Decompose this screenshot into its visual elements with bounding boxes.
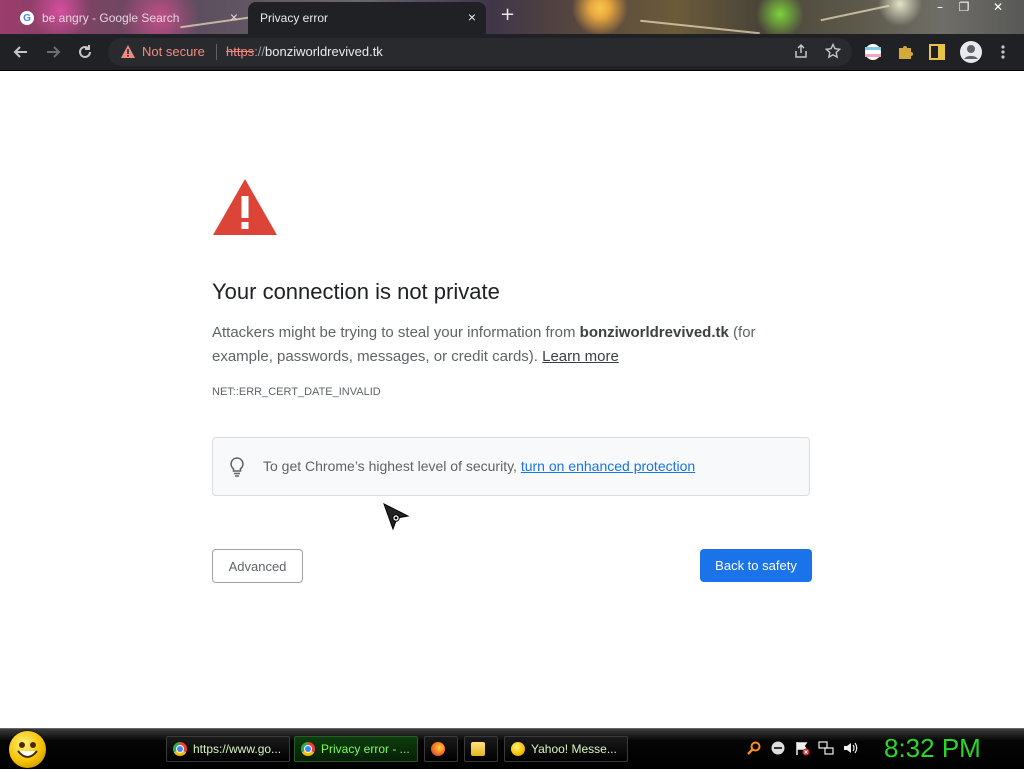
volume-icon[interactable] [842, 740, 858, 756]
tab-google-search[interactable]: G be angry - Google Search × [8, 2, 248, 34]
folder-icon [471, 742, 485, 756]
error-code[interactable]: NET::ERR_CERT_DATE_INVALID [212, 386, 381, 398]
url-scheme: https [226, 44, 255, 59]
learn-more-link[interactable]: Learn more [542, 348, 619, 365]
bookmark-star-icon[interactable] [824, 42, 842, 61]
error-description: Attackers might be trying to steal your … [212, 321, 812, 369]
tab-close-icon[interactable]: × [230, 10, 238, 24]
chrome-icon [301, 742, 315, 756]
maximize-button[interactable]: ❐ [954, 0, 974, 14]
taskbar-item-yahoo-messenger[interactable]: Yahoo! Messe... [504, 736, 628, 762]
yahoo-messenger-icon [511, 742, 525, 756]
url-host: bonziworldrevived.tk [265, 44, 383, 59]
extension-flag-icon[interactable] [864, 43, 882, 61]
taskbar-item-label: Yahoo! Messe... [531, 742, 617, 756]
profile-avatar-icon[interactable] [960, 41, 982, 63]
enhanced-protection-tip: To get Chrome’s highest level of securit… [212, 437, 810, 496]
warning-triangle-icon[interactable] [120, 44, 136, 63]
mouse-cursor-icon [382, 502, 412, 536]
taskbar-clock[interactable]: 8:32 PM [884, 733, 981, 764]
tab-privacy-error[interactable]: Privacy error × [248, 2, 486, 34]
side-panel-icon[interactable] [928, 43, 946, 61]
page-title: Your connection is not private [212, 279, 500, 304]
not-secure-label[interactable]: Not secure [142, 44, 205, 59]
menu-kebab-icon[interactable] [994, 43, 1012, 61]
back-to-safety-button[interactable]: Back to safety [700, 549, 812, 582]
network-icon[interactable] [818, 740, 834, 756]
interstitial-page: Your connection is not private Attackers… [0, 71, 1024, 728]
new-tab-button[interactable]: + [500, 6, 515, 24]
reload-icon[interactable] [76, 43, 94, 61]
address-bar[interactable]: Not secure https://bonziworldrevived.tk [108, 38, 852, 66]
enhanced-protection-link[interactable]: turn on enhanced protection [521, 458, 695, 474]
url-slashes: :// [254, 44, 266, 59]
search-icon[interactable] [746, 740, 762, 756]
divider [216, 44, 217, 60]
url-text[interactable]: https://bonziworldrevived.tk [226, 44, 383, 59]
tab-close-icon[interactable]: × [468, 10, 476, 24]
tab-strip: G be angry - Google Search × Privacy err… [0, 0, 1024, 34]
warning-triangle-icon [212, 178, 278, 240]
back-arrow-icon[interactable] [12, 43, 30, 61]
start-button[interactable] [9, 731, 46, 768]
taskbar-item-label: https://www.go... [193, 742, 282, 756]
taskbar-item-folder[interactable] [464, 736, 498, 762]
google-icon: G [20, 11, 34, 25]
lightbulb-icon [229, 457, 245, 481]
taskbar-item-label: Privacy error - ... [321, 742, 410, 756]
tab-label: Privacy error [260, 11, 329, 25]
description-host: bonziworldrevived.tk [579, 324, 729, 341]
taskbar-item-chrome-google[interactable]: https://www.go... [166, 736, 290, 762]
forward-arrow-icon[interactable] [44, 43, 62, 61]
tip-text-prefix: To get Chrome’s highest level of securit… [263, 458, 521, 474]
messenger-status-icon[interactable] [770, 740, 786, 756]
share-icon[interactable] [792, 43, 810, 61]
extensions-puzzle-icon[interactable] [896, 43, 914, 61]
chrome-icon [173, 742, 187, 756]
firefox-icon [431, 742, 445, 756]
browser-toolbar: Not secure https://bonziworldrevived.tk [0, 34, 1024, 71]
advanced-button[interactable]: Advanced [212, 549, 303, 583]
taskbar-item-firefox[interactable] [424, 736, 458, 762]
close-window-button[interactable]: ✕ [988, 0, 1008, 14]
taskbar: https://www.go... Privacy error - ... Ya… [0, 728, 1024, 769]
tip-text: To get Chrome’s highest level of securit… [263, 458, 695, 474]
taskbar-item-chrome-privacy-error[interactable]: Privacy error - ... [294, 736, 418, 762]
action-center-flag-icon[interactable] [794, 740, 810, 756]
tab-label: be angry - Google Search [42, 11, 180, 25]
minimize-button[interactable]: – [930, 0, 950, 14]
description-text: Attackers might be trying to steal your … [212, 324, 580, 341]
